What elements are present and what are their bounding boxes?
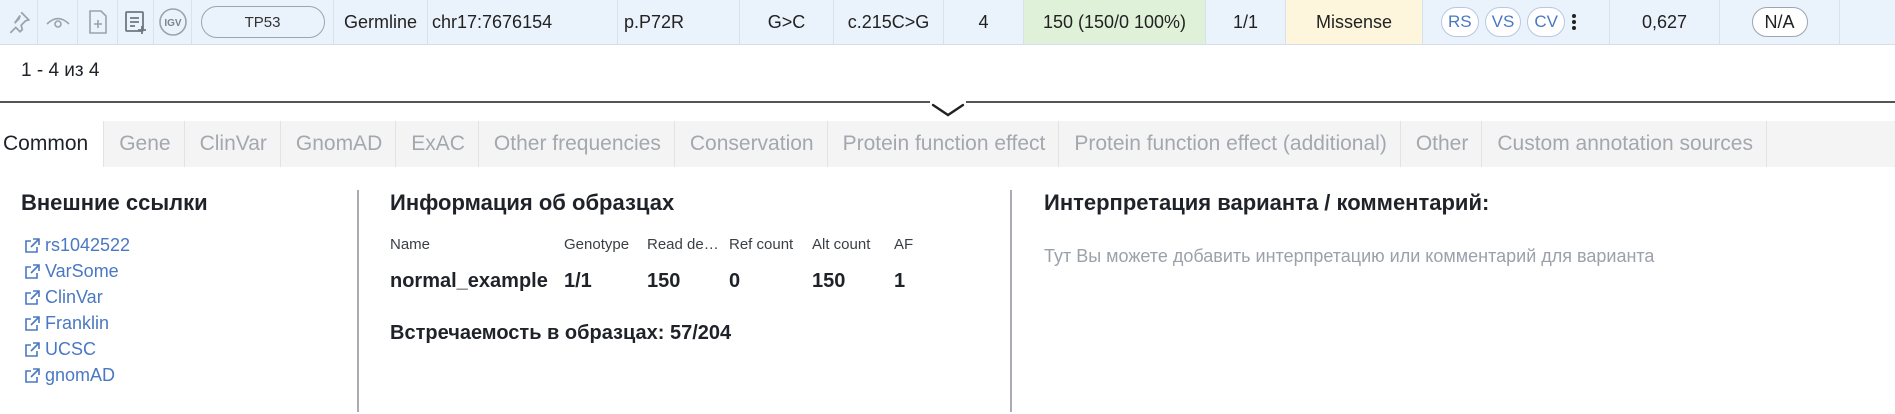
samples-title: Информация об образцах xyxy=(390,190,675,215)
nucleotide-change-cell: G>C xyxy=(740,0,834,44)
interpretation-comment-field[interactable]: Тут Вы можете добавить интерпретацию или… xyxy=(1044,245,1684,267)
column-header-genotype[interactable]: Genotype xyxy=(564,236,637,253)
link-rs1042522[interactable]: rs1042522 xyxy=(24,232,130,258)
tab-conservation[interactable]: Conservation xyxy=(675,121,828,167)
sample-genotype-cell: 1/1 xyxy=(564,270,592,292)
exon-cell: 4 xyxy=(944,0,1024,44)
origin-cell: Germline xyxy=(334,0,428,44)
sample-alt-count-cell: 150 xyxy=(812,270,846,292)
protein-change-cell: p.P72R xyxy=(618,0,740,44)
add-file-icon[interactable] xyxy=(78,0,118,44)
external-link-icon xyxy=(25,367,40,383)
link-clinvar[interactable]: ClinVar xyxy=(24,284,130,310)
add-list-icon[interactable] xyxy=(118,0,154,44)
svg-text:IGV: IGV xyxy=(164,18,182,29)
tab-protein-function-effect-additional[interactable]: Protein function effect (additional) xyxy=(1059,121,1401,167)
vs-chip[interactable]: VS xyxy=(1484,7,1522,37)
external-links-list: rs1042522 VarSome ClinVar Franklin UCSC … xyxy=(24,232,130,388)
external-link-icon xyxy=(25,341,40,357)
panel-separator xyxy=(357,190,359,412)
annotation-tabs: Common Gene ClinVar GnomAD ExAC Other fr… xyxy=(0,121,1895,167)
link-gnomad[interactable]: gnomAD xyxy=(24,362,130,388)
igv-icon[interactable]: IGV xyxy=(154,0,192,44)
sample-af-cell: 1 xyxy=(894,270,906,292)
column-header-name[interactable]: Name xyxy=(390,236,550,253)
pin-icon[interactable] xyxy=(0,0,38,44)
external-link-icon xyxy=(25,289,40,305)
sample-occurrence: Встречаемость в образцах: 57/204 xyxy=(390,322,732,344)
sample-name-cell: normal_example xyxy=(390,270,548,292)
tab-other[interactable]: Other xyxy=(1401,121,1483,167)
external-link-icon xyxy=(25,237,40,253)
cdna-change-cell: c.215C>G xyxy=(834,0,944,44)
tab-protein-function-effect[interactable]: Protein function effect xyxy=(828,121,1060,167)
rs-chip[interactable]: RS xyxy=(1441,7,1479,37)
column-header-alt-count[interactable]: Alt count xyxy=(812,236,892,253)
column-header-af[interactable]: AF xyxy=(894,236,934,253)
collapse-chevron-icon[interactable] xyxy=(930,101,966,121)
cv-chip[interactable]: CV xyxy=(1527,7,1565,37)
column-header-read-depth[interactable]: Read depth xyxy=(647,236,719,253)
gene-badge[interactable]: TP53 xyxy=(200,6,325,38)
sample-ref-count-cell: 0 xyxy=(729,270,741,292)
tab-common[interactable]: Common xyxy=(0,121,105,167)
link-ucsc[interactable]: UCSC xyxy=(24,336,130,362)
effect-cell: Missense xyxy=(1286,0,1423,44)
tab-clinvar[interactable]: ClinVar xyxy=(185,121,281,167)
classification-badge[interactable]: N/A xyxy=(1751,7,1808,37)
external-link-icon xyxy=(25,315,40,331)
more-vertical-icon[interactable] xyxy=(1571,13,1577,31)
eye-icon[interactable] xyxy=(38,0,78,44)
position-cell[interactable]: chr17:7676154 xyxy=(428,0,618,44)
external-link-icon xyxy=(25,263,40,279)
link-varsome[interactable]: VarSome xyxy=(24,258,130,284)
depth-cell: 150 (150/0 100%) xyxy=(1024,0,1206,44)
panel-separator xyxy=(1010,190,1012,412)
tab-custom-annotation-sources[interactable]: Custom annotation sources xyxy=(1482,121,1767,167)
variant-row[interactable]: IGV TP53 Germline chr17:7676154 p.P72R G… xyxy=(0,0,1895,45)
column-header-ref-count[interactable]: Ref count xyxy=(729,236,801,253)
external-links-title: Внешние ссылки xyxy=(21,190,208,215)
tab-other-frequencies[interactable]: Other frequencies xyxy=(479,121,675,167)
link-franklin[interactable]: Franklin xyxy=(24,310,130,336)
sample-read-depth-cell: 150 xyxy=(647,270,681,292)
genotype-cell: 1/1 xyxy=(1206,0,1286,44)
interpretation-title: Интерпретация варианта / комментарий: xyxy=(1044,190,1490,215)
tab-gnomad[interactable]: GnomAD xyxy=(281,121,397,167)
score-cell: 0,627 xyxy=(1610,0,1720,44)
pagination-text: 1 - 4 из 4 xyxy=(21,60,100,81)
tab-gene[interactable]: Gene xyxy=(104,121,185,167)
tab-exac[interactable]: ExAC xyxy=(396,121,479,167)
source-chips: RS VS CV xyxy=(1423,0,1610,44)
